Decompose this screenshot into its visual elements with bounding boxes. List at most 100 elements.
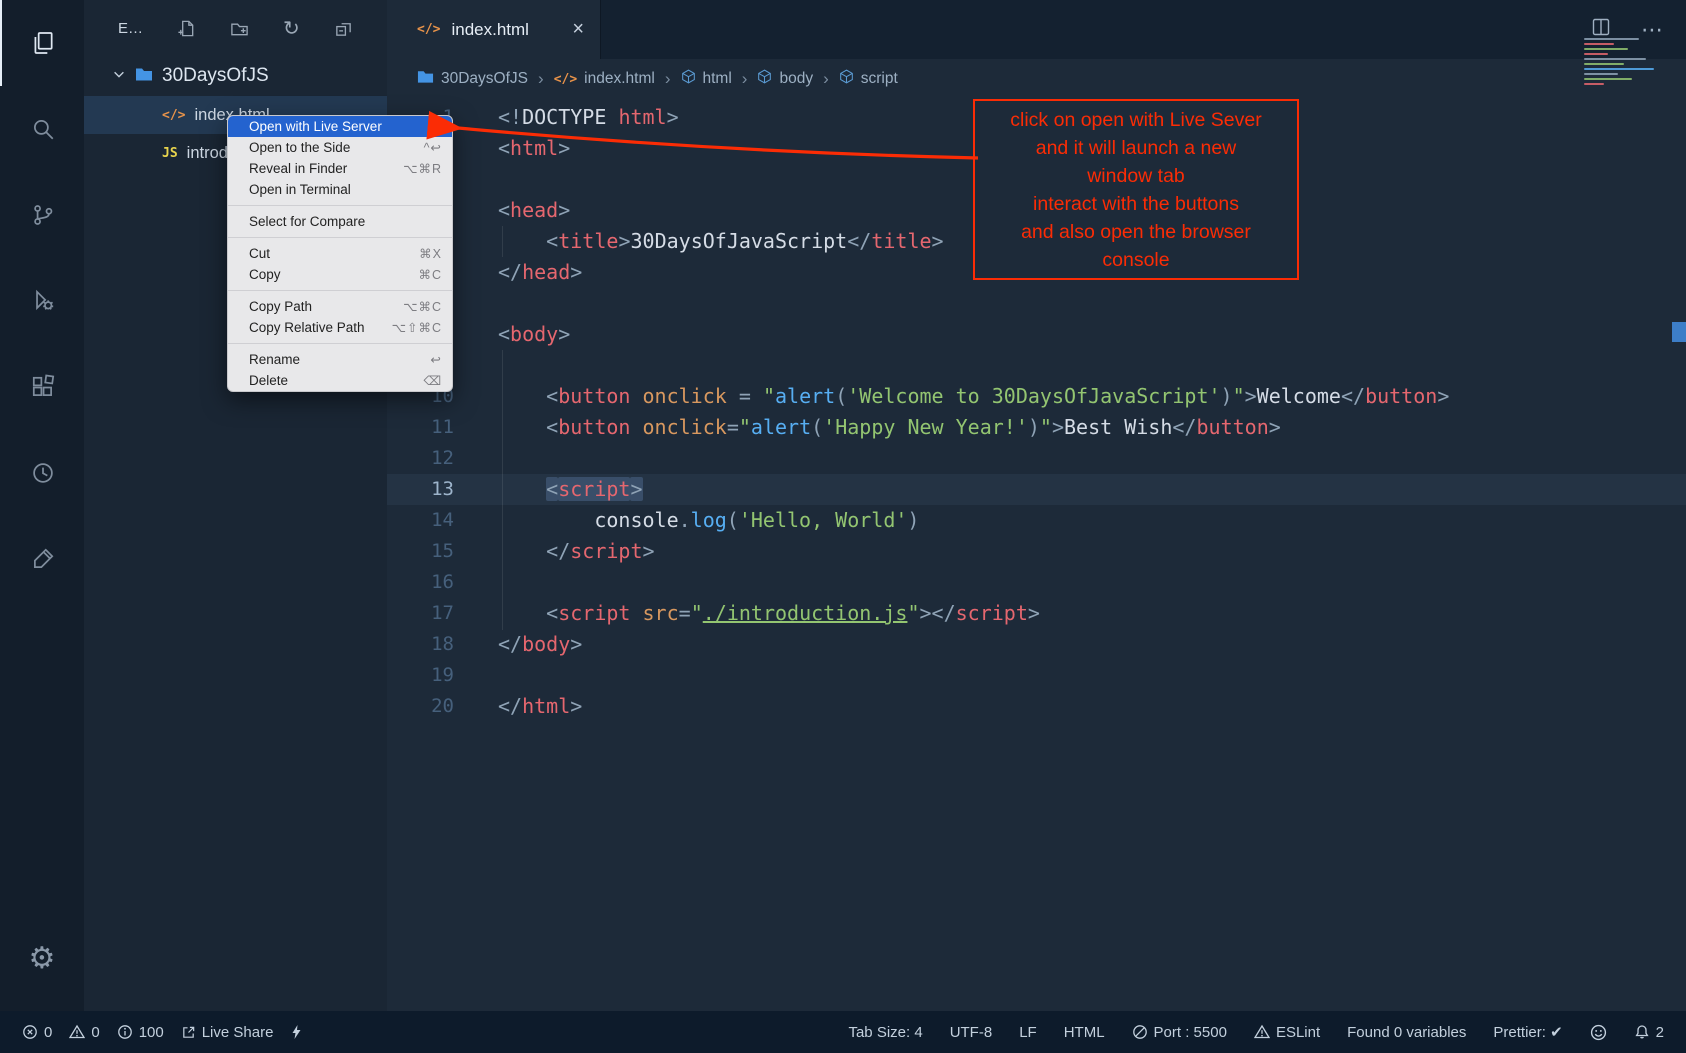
- menu-item-shortcut: ⌥⇧⌘C: [392, 320, 442, 335]
- status-tab-size-4[interactable]: Tab Size: 4: [848, 1024, 922, 1041]
- status-port-5500[interactable]: Port : 5500: [1132, 1024, 1227, 1041]
- breadcrumb-item-index-html[interactable]: </> index.html: [554, 70, 655, 88]
- settings-gear-icon[interactable]: ⚙: [0, 923, 84, 993]
- line-number: 13: [387, 474, 454, 505]
- breadcrumb-separator-icon: ›: [742, 69, 748, 89]
- menu-item-open-in-terminal[interactable]: Open in Terminal: [228, 179, 452, 200]
- code-line-20[interactable]: 20</html>: [387, 691, 1686, 722]
- line-text: <button onclick="alert('Happy New Year!'…: [498, 412, 1281, 443]
- code-line-7[interactable]: 7: [387, 288, 1686, 319]
- menu-item-rename[interactable]: Rename↩: [228, 349, 452, 370]
- breadcrumb-label: html: [703, 70, 732, 88]
- status-0[interactable]: 0: [69, 1024, 99, 1041]
- line-text: <script>: [498, 474, 643, 505]
- code-line-15[interactable]: 15 </script>: [387, 536, 1686, 567]
- breadcrumb-item-body[interactable]: body: [757, 69, 813, 89]
- code-line-12[interactable]: 12: [387, 443, 1686, 474]
- code-line-19[interactable]: 19: [387, 660, 1686, 691]
- status-0[interactable]: 0: [22, 1024, 52, 1041]
- breadcrumb-separator-icon: ›: [538, 69, 544, 89]
- line-number: 11: [387, 412, 454, 443]
- code-line-14[interactable]: 14 console.log('Hello, World'): [387, 505, 1686, 536]
- menu-item-copy-relative-path[interactable]: Copy Relative Path⌥⇧⌘C: [228, 317, 452, 338]
- status-live-share[interactable]: Live Share: [181, 1024, 274, 1041]
- menu-item-copy[interactable]: Copy⌘C: [228, 264, 452, 285]
- menu-separator: [228, 237, 452, 238]
- bell-icon: [1634, 1024, 1650, 1040]
- tab-close-icon[interactable]: ×: [572, 18, 584, 41]
- status-right: Tab Size: 4 UTF-8 LF HTML Port : 5500 ESLint F…: [848, 1023, 1664, 1041]
- code-line-17[interactable]: 17 <script src="./introduction.js"></scr…: [387, 598, 1686, 629]
- history-icon[interactable]: [0, 430, 84, 516]
- code-line-18[interactable]: 18</body>: [387, 629, 1686, 660]
- section-label: 30DaysOfJS: [162, 65, 269, 87]
- symbol-cube-icon: [757, 69, 772, 89]
- search-icon[interactable]: [0, 86, 84, 172]
- code-line-13[interactable]: 13 <script>: [387, 474, 1686, 505]
- status-found-0-variables[interactable]: Found 0 variables: [1347, 1024, 1466, 1041]
- menu-item-delete[interactable]: Delete⌫: [228, 370, 452, 391]
- breadcrumb-separator-icon: ›: [665, 69, 671, 89]
- explorer-title: E…: [118, 20, 143, 37]
- refresh-icon[interactable]: ↻: [283, 16, 300, 41]
- smiley-icon: [1590, 1024, 1607, 1041]
- status-prettier[interactable]: Prettier: ✔: [1493, 1023, 1562, 1041]
- new-folder-icon[interactable]: [230, 19, 249, 38]
- menu-item-label: Select for Compare: [249, 214, 365, 229]
- code-line-8[interactable]: 8<body>: [387, 319, 1686, 350]
- overview-ruler-marker[interactable]: [1672, 322, 1686, 342]
- status-label: 2: [1656, 1024, 1664, 1041]
- pen-icon[interactable]: [0, 516, 84, 602]
- extensions-icon[interactable]: [0, 344, 84, 430]
- activity-bar: ⚙: [0, 0, 84, 1011]
- collapse-all-icon[interactable]: [334, 19, 353, 38]
- breadcrumb-item-script[interactable]: script: [839, 69, 898, 89]
- source-control-icon[interactable]: [0, 172, 84, 258]
- line-text: <button onclick = "alert('Welcome to 30D…: [498, 381, 1449, 412]
- html-icon: </>: [554, 70, 577, 88]
- menu-item-open-to-the-side[interactable]: Open to the Side^↩: [228, 137, 452, 158]
- code-line-9[interactable]: 9: [387, 350, 1686, 381]
- code-line-10[interactable]: 10 <button onclick = "alert('Welcome to …: [387, 381, 1686, 412]
- menu-item-open-with-live-server[interactable]: Open with Live Server: [228, 116, 452, 137]
- menu-item-label: Cut: [249, 246, 270, 261]
- line-number: 17: [387, 598, 454, 629]
- annotation-line: click on open with Live Sever: [1010, 106, 1261, 134]
- status-html[interactable]: HTML: [1064, 1024, 1105, 1041]
- menu-item-label: Rename: [249, 352, 300, 367]
- breadcrumb-item-30daysofjs[interactable]: 30DaysOfJS: [417, 69, 528, 89]
- line-text: <title>30DaysOfJavaScript</title>: [498, 226, 944, 257]
- menu-item-shortcut: ⌘X: [419, 246, 442, 261]
- menu-item-reveal-in-finder[interactable]: Reveal in Finder⌥⌘R: [228, 158, 452, 179]
- new-file-icon[interactable]: [177, 19, 196, 38]
- annotation-line: and it will launch a new: [1036, 134, 1237, 162]
- status-label: 100: [139, 1024, 164, 1041]
- status-lightning[interactable]: [290, 1024, 303, 1040]
- status-eslint[interactable]: ESLint: [1254, 1024, 1320, 1041]
- explorer-icon[interactable]: [0, 0, 84, 86]
- status-2[interactable]: 2: [1634, 1024, 1664, 1041]
- menu-item-cut[interactable]: Cut ⌘X: [228, 243, 452, 264]
- status-smiley[interactable]: [1590, 1024, 1607, 1041]
- line-number: 15: [387, 536, 454, 567]
- breadcrumb-item-html[interactable]: html: [681, 69, 732, 89]
- breadcrumb-label: index.html: [584, 70, 655, 88]
- annotation-line: and also open the browser: [1021, 218, 1251, 246]
- run-debug-icon[interactable]: [0, 258, 84, 344]
- status-lf[interactable]: LF: [1019, 1024, 1037, 1041]
- status-utf-8[interactable]: UTF-8: [950, 1024, 993, 1041]
- status-100[interactable]: 100: [117, 1024, 164, 1041]
- status-left: 00 100 Live Share: [22, 1024, 303, 1041]
- line-text: <script src="./introduction.js"></script…: [498, 598, 1040, 629]
- menu-item-select-for-compare[interactable]: Select for Compare: [228, 211, 452, 232]
- indent-guide: [502, 226, 503, 257]
- code-line-11[interactable]: 11 <button onclick="alert('Happy New Yea…: [387, 412, 1686, 443]
- code-line-16[interactable]: 16: [387, 567, 1686, 598]
- minimap[interactable]: [1584, 38, 1672, 108]
- menu-item-label: Delete: [249, 373, 288, 388]
- folder-section-30daysofjs[interactable]: 30DaysOfJS: [84, 56, 387, 96]
- vscode-window: { "icons": { "html_glyph": "</>", "js_gl…: [0, 0, 1686, 1053]
- menu-item-copy-path[interactable]: Copy Path⌥⌘C: [228, 296, 452, 317]
- tab-index-html[interactable]: </> index.html ×: [387, 0, 601, 59]
- breadcrumb-label: body: [779, 70, 813, 88]
